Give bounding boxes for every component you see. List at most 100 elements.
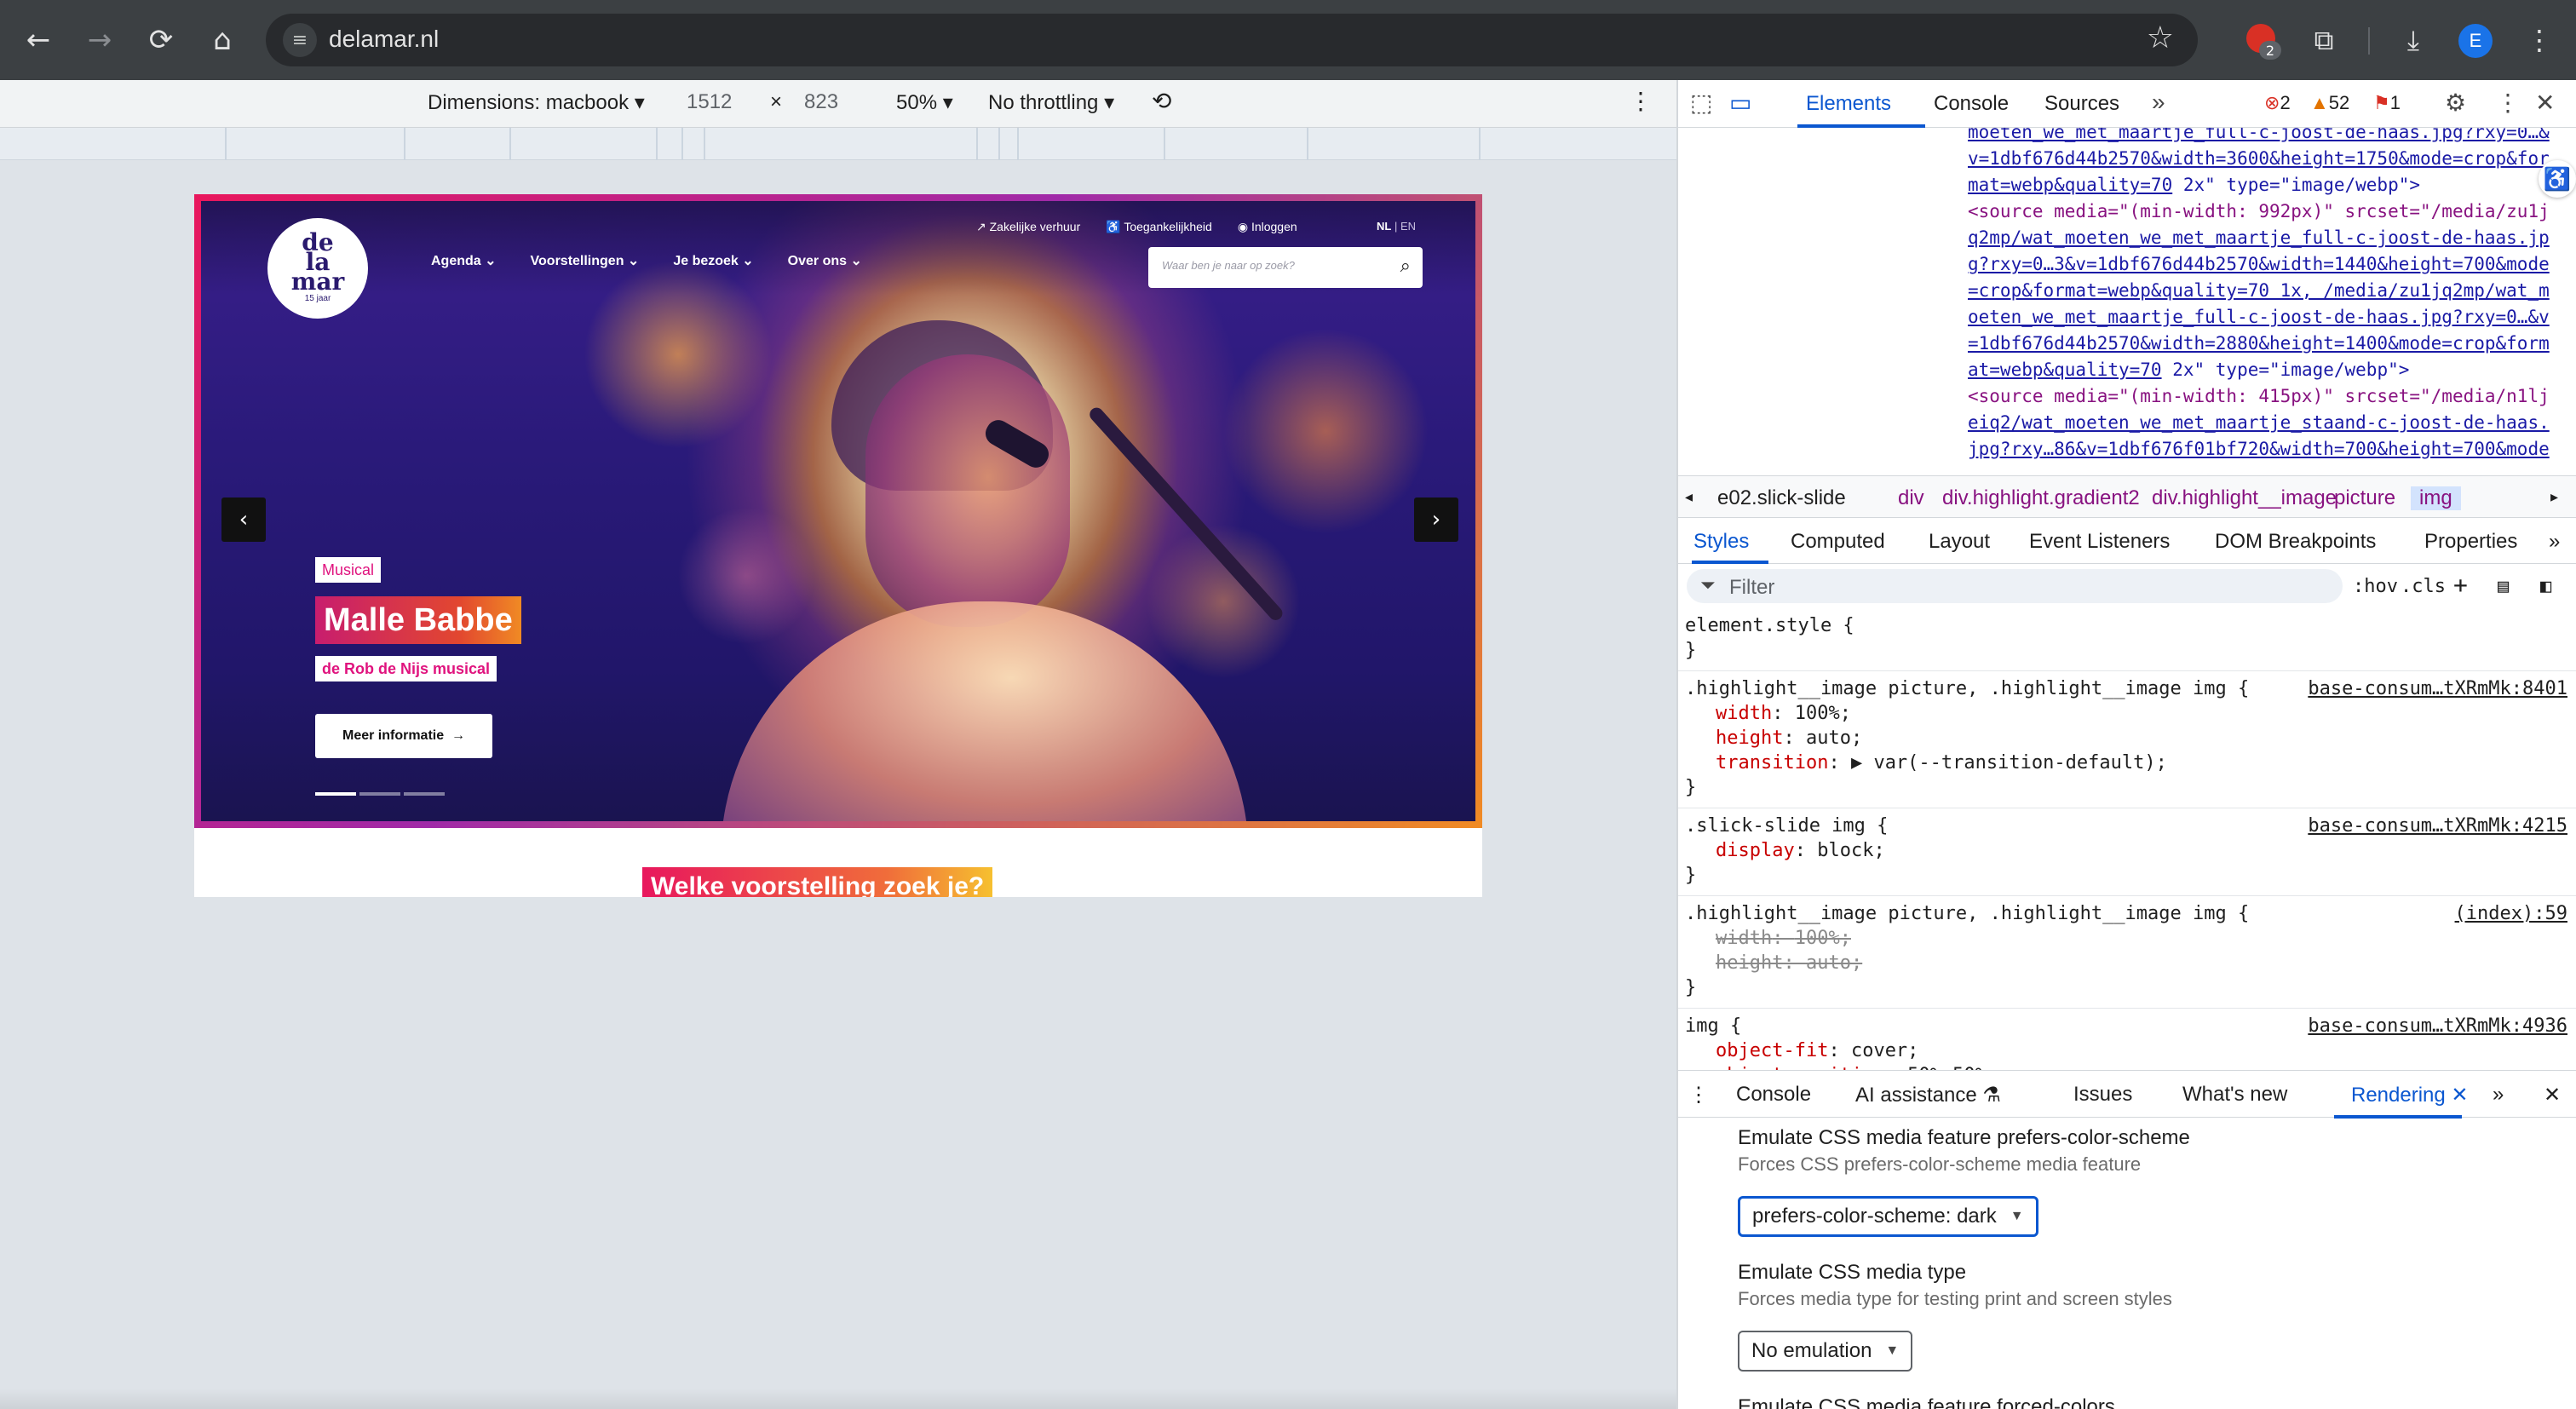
- tab-console[interactable]: Console: [1934, 92, 2009, 116]
- carousel-dot[interactable]: [359, 792, 400, 796]
- address-bar[interactable]: ≡ delamar.nl ☆: [266, 14, 2198, 66]
- dom-code-line[interactable]: g?rxy=0…3&v=1dbf676d44b2570&width=1440&h…: [1968, 251, 2550, 277]
- dom-code-line[interactable]: q2mp/wat_moeten_we_met_maartje_full-c-jo…: [1968, 225, 2550, 250]
- breadcrumb-item[interactable]: picture: [2334, 486, 2395, 510]
- dom-code-line[interactable]: oeten_we_met_maartje_full-c-joost-de-haa…: [1968, 304, 2550, 330]
- profile-avatar[interactable]: E: [2458, 24, 2493, 58]
- accessibility-floating-icon[interactable]: ♿: [2539, 160, 2576, 198]
- hov-toggle[interactable]: :hov: [2353, 576, 2398, 597]
- elements-dom-tree[interactable]: moeten_we_met_maartje_full-c-joost-de-ha…: [1678, 128, 2576, 475]
- accessibility-link[interactable]: ♿ Toegankelijkheid: [1106, 220, 1212, 234]
- width-input[interactable]: 1512: [687, 90, 732, 114]
- dom-code-line[interactable]: =1dbf676d44b2570&width=2880&height=1400&…: [1968, 331, 2550, 356]
- dom-code-line[interactable]: =crop&format=webp&quality=70 1x, /media/…: [1968, 278, 2550, 303]
- close-drawer-icon[interactable]: ✕: [2544, 1083, 2561, 1107]
- carousel-dot[interactable]: [404, 792, 445, 796]
- login-link[interactable]: ◉ Inloggen: [1238, 220, 1297, 234]
- css-source-link[interactable]: base-consum…tXRmMk:4215: [2308, 814, 2567, 838]
- tab-styles[interactable]: Styles: [1693, 530, 1749, 554]
- css-declaration[interactable]: width: 100%;: [1716, 701, 1851, 726]
- drawer-tab-console[interactable]: Console: [1736, 1083, 1811, 1107]
- css-declaration[interactable]: display: block;: [1716, 838, 1885, 863]
- back-arrow-icon[interactable]: ←: [17, 19, 60, 61]
- dom-code-line[interactable]: mat=webp&quality=70 2x" type="image/webp…: [1968, 172, 2420, 198]
- dimensions-dropdown[interactable]: Dimensions: macbook ▾: [428, 90, 645, 115]
- breadcrumb-item-selected[interactable]: img: [2411, 486, 2461, 510]
- carousel-prev-button[interactable]: ‹: [221, 497, 266, 542]
- breadcrumb-scroll-left-icon[interactable]: ◂: [1685, 488, 1693, 506]
- tab-computed[interactable]: Computed: [1791, 530, 1885, 554]
- dom-code-line[interactable]: eiq2/wat_moeten_we_met_maartje_staand-c-…: [1968, 410, 2550, 435]
- tab-layout[interactable]: Layout: [1929, 530, 1990, 554]
- site-logo[interactable]: de la mar 15 jaar: [267, 218, 368, 319]
- more-sub-tabs-icon[interactable]: »: [2549, 530, 2560, 554]
- device-toolbar-more-icon[interactable]: ⋮: [1629, 87, 1653, 115]
- css-selector[interactable]: .slick-slide img {: [1685, 814, 1888, 838]
- tab-event-listeners[interactable]: Event Listeners: [2029, 530, 2170, 554]
- media-type-select[interactable]: No emulation ▼: [1738, 1331, 1913, 1372]
- breadcrumb-scroll-right-icon[interactable]: ▸: [2550, 488, 2558, 506]
- reload-icon[interactable]: ⟳: [140, 19, 182, 61]
- tab-dom-breakpoints[interactable]: DOM Breakpoints: [2215, 530, 2376, 554]
- css-source-link[interactable]: (index):59: [2455, 901, 2567, 926]
- breadcrumb-item[interactable]: e02.slick-slide: [1717, 486, 1846, 510]
- close-tab-icon[interactable]: ✕: [2451, 1084, 2468, 1107]
- issue-count[interactable]: ⚑1: [2373, 92, 2401, 114]
- throttling-dropdown[interactable]: No throttling ▾: [988, 90, 1114, 115]
- settings-gear-icon[interactable]: ⚙: [2445, 89, 2466, 117]
- more-tabs-icon[interactable]: »: [2152, 89, 2165, 116]
- drawer-tab-rendering[interactable]: Rendering ✕: [2351, 1083, 2469, 1107]
- css-declaration[interactable]: height: auto;: [1716, 726, 1862, 751]
- site-info-icon[interactable]: ≡: [283, 23, 317, 57]
- breadcrumb-item[interactable]: div.highlight__image: [2152, 486, 2337, 510]
- styles-filter-input[interactable]: ⏷ Filter: [1687, 569, 2343, 603]
- nav-item-je-bezoek[interactable]: Je bezoek ⌄: [673, 252, 753, 269]
- lang-nl[interactable]: NL: [1377, 220, 1391, 233]
- business-rental-link[interactable]: ↗ Zakelijke verhuur: [976, 220, 1080, 234]
- css-declaration[interactable]: width: 100%;: [1716, 926, 1851, 951]
- rotate-icon[interactable]: ⟲: [1152, 87, 1171, 115]
- nav-item-voorstellingen[interactable]: Voorstellingen ⌄: [531, 252, 640, 269]
- more-info-button[interactable]: Meer informatie →: [315, 714, 492, 758]
- css-declaration[interactable]: height: auto;: [1716, 951, 1862, 975]
- drawer-tab-whats-new[interactable]: What's new: [2182, 1083, 2287, 1107]
- new-rule-icon[interactable]: +: [2453, 571, 2468, 599]
- css-selector[interactable]: .highlight__image picture, .highlight__i…: [1685, 901, 2249, 926]
- more-drawer-tabs-icon[interactable]: »: [2493, 1083, 2504, 1107]
- cls-toggle[interactable]: .cls: [2401, 576, 2446, 597]
- nav-item-over-ons[interactable]: Over ons ⌄: [788, 252, 862, 269]
- css-selector[interactable]: img {: [1685, 1014, 1741, 1038]
- bookmark-star-icon[interactable]: ☆: [2147, 20, 2174, 55]
- prefers-color-scheme-select[interactable]: prefers-color-scheme: dark ▼: [1738, 1196, 2038, 1237]
- dom-code-line[interactable]: v=1dbf676d44b2570&width=3600&height=1750…: [1968, 146, 2550, 171]
- drawer-tab-ai-assistance[interactable]: AI assistance ⚗: [1855, 1083, 2001, 1107]
- url-text[interactable]: delamar.nl: [329, 26, 439, 53]
- warning-count[interactable]: ▲52: [2310, 92, 2349, 114]
- paint-icon[interactable]: ▤: [2498, 576, 2509, 597]
- css-source-link[interactable]: base-consum…tXRmMk:8401: [2308, 676, 2567, 701]
- dom-code-line[interactable]: jpg?rxy…86&v=1dbf676f01bf720&width=700&h…: [1968, 436, 2550, 462]
- dom-code-line[interactable]: moeten_we_met_maartje_full-c-joost-de-ha…: [1968, 128, 2550, 145]
- lang-en[interactable]: EN: [1400, 220, 1416, 233]
- home-icon[interactable]: ⌂: [201, 19, 244, 61]
- css-selector[interactable]: .highlight__image picture, .highlight__i…: [1685, 676, 2249, 701]
- breadcrumb-item[interactable]: div: [1898, 486, 1924, 510]
- tab-properties[interactable]: Properties: [2424, 530, 2517, 554]
- search-icon[interactable]: ⌕: [1400, 256, 1411, 277]
- forward-arrow-icon[interactable]: →: [78, 19, 121, 61]
- site-search-input[interactable]: Waar ben je naar op zoek? ⌕: [1148, 247, 1423, 288]
- carousel-dot[interactable]: [315, 792, 356, 796]
- dom-code-line[interactable]: <source media="(min-width: 415px)" srcse…: [1968, 383, 2550, 409]
- devtools-more-icon[interactable]: ⋮: [2496, 89, 2520, 117]
- tab-elements[interactable]: Elements: [1806, 92, 1891, 116]
- dom-code-line[interactable]: at=webp&quality=70 2x" type="image/webp"…: [1968, 357, 2409, 382]
- more-menu-icon[interactable]: ⋮: [2518, 19, 2561, 61]
- download-icon[interactable]: ⤓: [2392, 19, 2435, 61]
- breadcrumb-item[interactable]: div.highlight.gradient2: [1942, 486, 2140, 510]
- sidebar-toggle-icon[interactable]: ◧: [2540, 576, 2551, 597]
- zoom-dropdown[interactable]: 50% ▾: [896, 90, 953, 115]
- css-declaration[interactable]: transition: ▶ var(--transition-default);: [1716, 751, 2167, 775]
- carousel-next-button[interactable]: ›: [1414, 497, 1458, 542]
- device-toggle-icon[interactable]: ▭: [1729, 89, 1751, 117]
- drawer-menu-icon[interactable]: ⋮: [1688, 1083, 1709, 1107]
